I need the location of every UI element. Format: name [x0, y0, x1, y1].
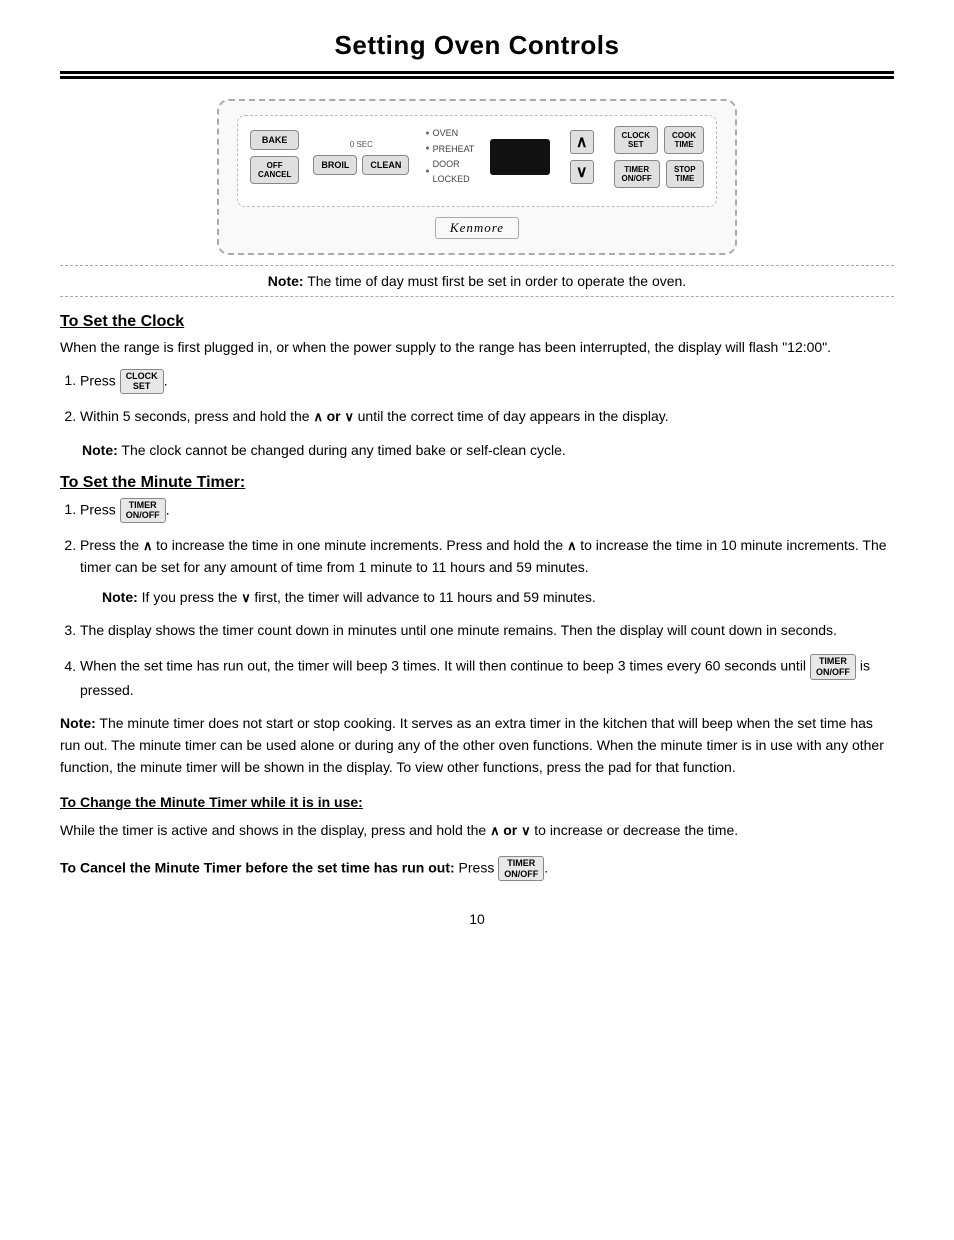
oven-diagram: BAKE OFFCANCEL 0 SEC BROIL CLEAN ● OVEN [60, 99, 894, 255]
minute-timer-step-3: The display shows the timer count down i… [80, 620, 894, 642]
oven-right-btns: CLOCKSET COOKTIME TIMERON/OFF STOPTIME [614, 126, 704, 188]
dot-preheat: ● [425, 143, 429, 155]
mt-note-label: Note: [102, 589, 138, 605]
minute-timer-step-2: Press the ∧ to increase the time in one … [80, 535, 894, 608]
kenmore-label: Kenmore [435, 217, 519, 239]
broil-clean-row: BROIL CLEAN [313, 155, 409, 175]
change-timer-before: While the timer is active and shows in t… [60, 822, 486, 838]
clock-set-inline-btn: CLOCKSET [120, 369, 164, 395]
set-clock-note-text: The clock cannot be changed during any t… [121, 442, 565, 458]
oven-bottom: Kenmore [237, 213, 717, 239]
arrow-up-btn: ∧ [570, 130, 594, 154]
bottom-note-text: The minute timer does not start or stop … [60, 715, 884, 774]
bake-btn: BAKE [250, 130, 299, 150]
oven-right-bottom-row: TIMERON/OFF STOPTIME [614, 160, 704, 188]
bottom-note-label: Note: [60, 715, 96, 731]
label-door: DOOR LOCKED [433, 157, 475, 188]
change-timer-heading: To Change the Minute Timer while it is i… [60, 792, 894, 814]
note-bar: Note: The time of day must first be set … [60, 265, 894, 297]
page-number: 10 [60, 911, 894, 927]
step1-text-before: Press [80, 372, 116, 388]
change-timer-or: or [503, 822, 517, 838]
cancel-timer-section: To Cancel the Minute Timer before the se… [60, 856, 894, 882]
set-clock-note-label: Note: [82, 442, 118, 458]
mt-step1-after: . [166, 501, 170, 517]
off-cancel-btn: OFFCANCEL [250, 156, 299, 184]
dot-door: ● [425, 166, 429, 178]
indicator-door: ● DOOR LOCKED [425, 157, 474, 188]
set-clock-note: Note: The clock cannot be changed during… [82, 440, 894, 462]
mt-step2-note: Note: If you press the ∨ first, the time… [102, 587, 894, 609]
set-clock-heading-text: To Set the Clock [60, 313, 184, 330]
cancel-timer-label: To Cancel the Minute Timer before the se… [60, 859, 455, 875]
note-bar-label: Note: [268, 273, 304, 289]
oven-left-btns: BAKE OFFCANCEL [250, 130, 299, 184]
broil-btn: BROIL [313, 155, 357, 175]
minute-timer-step-1: Press TIMERON/OFF. [80, 498, 894, 524]
note-bar-text: The time of day must first be set in ord… [307, 273, 686, 289]
clean-btn: CLEAN [362, 155, 409, 175]
step2-text-after: until the correct time of day appears in… [358, 408, 669, 424]
mt-step4-part1: When the set time has run out, the timer… [80, 658, 806, 674]
indicator-oven: ● OVEN [425, 126, 474, 141]
oven-box: BAKE OFFCANCEL 0 SEC BROIL CLEAN ● OVEN [217, 99, 737, 255]
cancel-timer-text: Press [459, 859, 495, 875]
oven-indicators: ● OVEN ● PREHEAT ● DOOR LOCKED [425, 126, 474, 187]
cook-time-btn: COOKTIME [664, 126, 704, 154]
oven-inner: BAKE OFFCANCEL 0 SEC BROIL CLEAN ● OVEN [237, 115, 717, 207]
label-preheat: PREHEAT [433, 142, 475, 157]
oven-second-col: 0 SEC BROIL CLEAN [313, 140, 409, 175]
change-timer-after: to increase or decrease the time. [534, 822, 738, 838]
step1-period: . [164, 372, 168, 388]
set-clock-heading: To Set the Clock [60, 313, 894, 331]
mt-step1-before: Press [80, 501, 116, 517]
page-title: Setting Oven Controls [60, 30, 894, 61]
timer-on-off-inline-btn-2: TIMERON/OFF [810, 654, 856, 680]
dot-oven: ● [425, 128, 429, 140]
minute-timer-bottom-note: Note: The minute timer does not start or… [60, 713, 894, 778]
change-timer-heading-text: To Change the Minute Timer while it is i… [60, 794, 363, 810]
title-border [60, 71, 894, 79]
sec-label: 0 SEC [313, 140, 409, 149]
oven-right-top-row: CLOCKSET COOKTIME [614, 126, 704, 154]
set-clock-steps: Press CLOCKSET. Within 5 seconds, press … [80, 369, 894, 428]
step2-arrow-down: ∨ [345, 410, 358, 425]
change-timer-arrow-down: ∨ [521, 823, 534, 838]
clock-set-btn: CLOCKSET [614, 126, 658, 154]
set-clock-step-1: Press CLOCKSET. [80, 369, 894, 395]
oven-display [490, 139, 549, 175]
arrow-down-btn: ∨ [570, 160, 594, 184]
oven-top-row: BAKE OFFCANCEL 0 SEC BROIL CLEAN ● OVEN [250, 126, 704, 188]
mt-note-text: If you press the [142, 589, 238, 605]
mt-note-text2: first, the timer will advance to 11 hour… [254, 589, 595, 605]
mt-note-arrow: ∨ [241, 590, 254, 605]
timer-on-off-inline-btn-3: TIMERON/OFF [498, 856, 544, 882]
mt-step2-arrow-up2: ∧ [567, 538, 580, 553]
set-clock-step-2: Within 5 seconds, press and hold the ∧ o… [80, 406, 894, 428]
mt-step2-arrow-up1: ∧ [143, 538, 156, 553]
timer-on-off-btn: TIMERON/OFF [614, 160, 660, 188]
minute-timer-heading-text: To Set the Minute Timer: [60, 474, 245, 491]
indicator-preheat: ● PREHEAT [425, 142, 474, 157]
oven-arrows: ∧ ∨ [570, 130, 594, 184]
mt-step2-part1: Press the [80, 537, 139, 553]
label-oven: OVEN [433, 126, 459, 141]
step2-or: or [327, 408, 341, 424]
change-timer-arrow-up: ∧ [490, 823, 503, 838]
minute-timer-heading: To Set the Minute Timer: [60, 474, 894, 492]
mt-step2-part2: to increase the time in one minute incre… [156, 537, 563, 553]
cancel-timer-after: . [544, 859, 548, 875]
minute-timer-steps: Press TIMERON/OFF. Press the ∧ to increa… [80, 498, 894, 702]
step2-text: Within 5 seconds, press and hold the [80, 408, 310, 424]
minute-timer-step-4: When the set time has run out, the timer… [80, 654, 894, 701]
change-timer-text: While the timer is active and shows in t… [60, 820, 894, 842]
stop-time-btn: STOPTIME [666, 160, 704, 188]
set-clock-intro: When the range is first plugged in, or w… [60, 337, 894, 359]
step2-arrow-up: ∧ [313, 410, 326, 425]
timer-on-off-inline-btn-1: TIMERON/OFF [120, 498, 166, 524]
